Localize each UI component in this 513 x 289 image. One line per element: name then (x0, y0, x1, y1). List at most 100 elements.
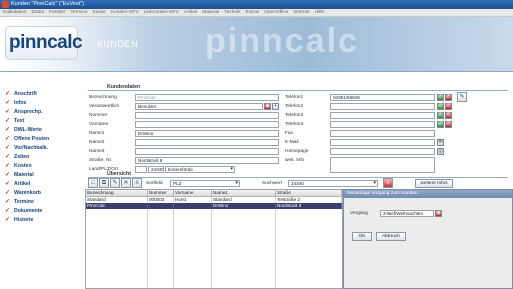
abbruch-button[interactable]: Abbruch (376, 232, 406, 241)
menu-internet[interactable]: Internet (293, 9, 309, 16)
sidebar-item-kosten[interactable]: ✓ Kosten (5, 161, 32, 170)
menu-extras[interactable]: Extras (246, 9, 260, 16)
menu-hilfe[interactable]: Hilfe (315, 9, 325, 16)
telefon2-field[interactable] (330, 103, 435, 110)
edit-note-icon[interactable]: ✎ (457, 92, 467, 102)
edit-icon[interactable]: ✎ (110, 178, 120, 188)
menu-termine[interactable]: Termine (71, 9, 88, 16)
weitere-infos-button[interactable]: weitere Infos (415, 179, 453, 188)
table-cell: DrWino (212, 203, 276, 209)
label-vorgang: Vorgang (350, 211, 368, 216)
table-cell (174, 203, 212, 209)
vorgang-field[interactable]: 3-Bief/Weihnachten (380, 210, 434, 217)
column-divider (275, 197, 276, 288)
label-telefon4: Telefon4 (285, 122, 304, 127)
logo-watermark: pinncalc (205, 22, 359, 60)
dial-icon[interactable]: ✆ (437, 112, 444, 119)
fax-field[interactable] (330, 130, 435, 137)
dial-icon[interactable]: ✆ (437, 121, 444, 128)
label-name2: Name2 (89, 140, 105, 145)
sidebar-item-ansprechp[interactable]: ✓ Ansprechp. (5, 107, 43, 116)
nummer-field[interactable] (135, 112, 279, 119)
list-icon[interactable]: ≡ (132, 178, 142, 188)
column-divider (173, 197, 174, 288)
check-icon: ✓ (5, 109, 11, 115)
name1-field[interactable]: DrWino (135, 130, 279, 137)
telefon3-field[interactable] (330, 112, 435, 119)
phone-icon[interactable]: ✆ (445, 94, 452, 101)
sidebar-item-text[interactable]: ✓ Text (5, 116, 24, 125)
menu-material[interactable]: Material (202, 9, 219, 16)
homepage-field[interactable] (330, 148, 435, 155)
binoculars-icon[interactable]: ◉ (435, 210, 442, 217)
check-icon: ✓ (5, 91, 11, 97)
telefon4-field[interactable] (330, 121, 435, 128)
menu-lieferanten-dfv[interactable]: Lieferanten-DFV (144, 9, 179, 16)
sidebar-item-vor-nachkalk[interactable]: ✓ Vor/Nachkalk. (5, 143, 48, 152)
sidebar-item-zeiten[interactable]: ✓ Zeiten (5, 152, 29, 161)
label-telefon1: Telefon1 (285, 95, 304, 100)
pick-user-icon[interactable]: ▪ (272, 103, 279, 110)
verantwortlich-field[interactable]: Benutzer (135, 103, 263, 110)
column-header-name1[interactable]: Name1 (212, 190, 276, 197)
app-icon (2, 1, 9, 8)
name2-field[interactable] (135, 139, 279, 146)
search-icon[interactable]: ⌕ (383, 178, 393, 188)
menu-technik[interactable]: Technik (224, 9, 240, 16)
check-icon: ✓ (5, 181, 11, 187)
menu-openoffice[interactable]: OpenOffice (264, 9, 288, 16)
phone-icon[interactable]: ✆ (445, 103, 452, 110)
plz-field[interactable]: 24340 (148, 166, 164, 173)
sidebar-item-artikel[interactable]: ✓ Artikel (5, 179, 30, 188)
sidebar-item-offene-posten[interactable]: ✓ Offene Posten (5, 134, 49, 143)
label-vorname: Vorname (89, 122, 109, 127)
new-record-icon[interactable]: □ (88, 178, 98, 188)
table-row-selected[interactable]: PinnCalc DrWino Nordstraß 8 (86, 203, 342, 209)
name3-field[interactable] (135, 148, 279, 155)
menu-kasse[interactable]: Kasse (93, 9, 106, 16)
delete-icon[interactable]: ✕ (121, 178, 131, 188)
sidebar-item-infos[interactable]: ✓ Infos (5, 98, 26, 107)
dial-icon[interactable]: ✆ (437, 103, 444, 110)
ok-button[interactable]: OK (352, 232, 372, 241)
sidebar-item-dokumente[interactable]: ✓ Dokumente (5, 206, 42, 215)
email-field[interactable] (330, 139, 435, 146)
column-header-strasse[interactable]: Straße (276, 190, 342, 197)
column-header-nummer[interactable]: Nummer (148, 190, 174, 197)
sidebar-item-anschrift[interactable]: ✓ Anschrift (5, 89, 37, 98)
phone-icon[interactable]: ✆ (445, 121, 452, 128)
sidebar-item-warenkorb[interactable]: ✓ Warenkorb (5, 188, 41, 197)
menu-artikel[interactable]: Artikel (184, 9, 197, 16)
menu-daten[interactable]: Daten (31, 9, 44, 16)
sidebar-item-historie[interactable]: ✓ Historie (5, 215, 33, 224)
telefon1-field[interactable]: 04351/56849 (330, 94, 435, 101)
sidebar-item-dwl-werte[interactable]: ✓ DWL-Werte (5, 125, 42, 134)
binoculars-icon[interactable]: ◉ (264, 103, 271, 110)
ort-select[interactable]: Eckernförde (165, 166, 235, 173)
strasse-field[interactable]: Nordstraß 8 (135, 157, 279, 164)
copy-icon[interactable]: ⧉ (99, 178, 109, 188)
title-bar: Kunden "PinnCalc" ("EuVest") (0, 0, 513, 9)
table-cell: Nordstraß 8 (276, 203, 342, 209)
column-header-bezeichnung[interactable]: Bezeichnung (86, 190, 148, 197)
label-suchwert: Suchwert (262, 181, 282, 186)
column-divider (211, 197, 212, 288)
menu-kalkulation[interactable]: Kalkulation (3, 9, 26, 16)
dial-icon[interactable]: ✆ (437, 94, 444, 101)
vorname-field[interactable] (135, 121, 279, 128)
column-header-vorname[interactable]: Vorname (174, 190, 212, 197)
land-field[interactable] (135, 166, 147, 173)
phone-icon[interactable]: ✆ (445, 112, 452, 119)
weit-info-field[interactable] (330, 157, 435, 173)
suchwert-select[interactable]: 24340 (288, 180, 378, 187)
sortfeld-select[interactable]: PLZ (170, 180, 240, 187)
globe-icon[interactable]: ◎ (437, 148, 444, 155)
sidebar-item-material[interactable]: ✓ Material (5, 170, 34, 179)
email-send-icon[interactable]: ✉ (437, 139, 444, 146)
menu-kunden-dfv[interactable]: Kunden-DFV (111, 9, 139, 16)
label-nummer: Nummer (89, 113, 108, 118)
menu-fenster[interactable]: Fenster (49, 9, 65, 16)
bezeichnung-field[interactable]: PinnCalc (135, 94, 279, 101)
sidebar-item-termine[interactable]: ✓ Termine (5, 197, 34, 206)
label-bezeichnung: Bezeichnung (89, 95, 117, 100)
